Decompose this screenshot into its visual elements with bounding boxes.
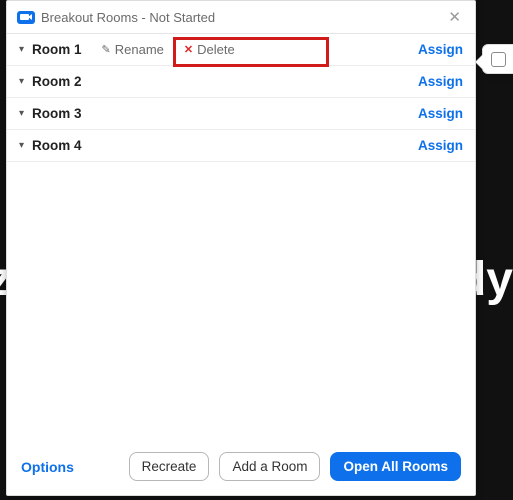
rename-button[interactable]: ✎ Rename [96,38,174,61]
dialog-footer: Options Recreate Add a Room Open All Roo… [7,442,475,495]
x-icon: ✕ [184,43,193,56]
titlebar: Breakout Rooms - Not Started ✕ [7,1,475,34]
breakout-rooms-dialog: Breakout Rooms - Not Started ✕ ▾ Room 1 ✎ R… [6,0,476,496]
room-name: Room 4 [32,138,82,153]
pencil-icon: ✎ [102,43,111,56]
assign-link[interactable]: Assign [418,42,463,57]
rename-label: Rename [115,42,164,57]
popover-arrow-icon [476,55,483,69]
options-link[interactable]: Options [21,459,74,475]
assign-participant-popover: Judy [482,44,513,74]
room-name: Room 1 [32,42,82,57]
recreate-button[interactable]: Recreate [129,452,210,481]
close-icon[interactable]: ✕ [444,6,465,28]
rooms-list: ▾ Room 1 ✎ Rename ✕ Delete Assign ▾ Room 2 Assign… [7,34,475,162]
open-all-rooms-button[interactable]: Open All Rooms [330,452,461,481]
room-name: Room 2 [32,74,82,89]
zoom-logo-icon [17,11,35,24]
caret-down-icon[interactable]: ▾ [19,108,24,119]
caret-down-icon[interactable]: ▾ [19,44,24,55]
room-name: Room 3 [32,106,82,121]
add-room-button[interactable]: Add a Room [219,452,320,481]
room-row[interactable]: ▾ Room 3 Assign [7,98,475,130]
room-row[interactable]: ▾ Room 4 Assign [7,130,475,162]
assign-link[interactable]: Assign [418,138,463,153]
delete-label: Delete [197,42,235,57]
dialog-title: Breakout Rooms - Not Started [41,10,215,25]
participant-checkbox[interactable] [491,52,506,67]
delete-button[interactable]: ✕ Delete [178,38,245,61]
assign-link[interactable]: Assign [418,106,463,121]
assign-link[interactable]: Assign [418,74,463,89]
room-row[interactable]: ▾ Room 1 ✎ Rename ✕ Delete Assign [7,34,475,66]
room-row[interactable]: ▾ Room 2 Assign [7,66,475,98]
room-row-actions: ✎ Rename ✕ Delete [96,38,245,61]
caret-down-icon[interactable]: ▾ [19,140,24,151]
caret-down-icon[interactable]: ▾ [19,76,24,87]
